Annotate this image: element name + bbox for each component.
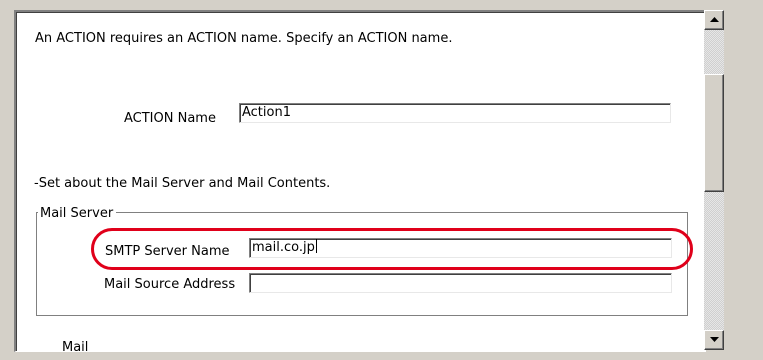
settings-panel: An ACTION requires an ACTION name. Speci… [14,10,706,352]
mail-contents-label: Mail Contents [62,340,89,352]
action-name-value: Action1 [242,105,291,120]
mail-intro-text: -Set about the Mail Server and Mail Cont… [34,176,331,191]
action-name-label: ACTION Name [124,111,216,126]
scroll-thumb[interactable] [704,74,724,192]
text-cursor [315,239,317,253]
mail-server-group [36,212,688,316]
smtp-server-name-label: SMTP Server Name [105,244,230,259]
mail-contents-group-label-clipped: Mail Contents [62,340,142,352]
triangle-down-icon [710,337,719,342]
dialog-frame: An ACTION requires an ACTION name. Speci… [0,0,763,360]
mail-source-address-label: Mail Source Address [104,277,236,292]
scroll-up-button[interactable] [704,10,724,30]
smtp-server-name-field[interactable]: mail.co.jp [249,238,672,258]
intro-text: An ACTION requires an ACTION name. Speci… [35,31,453,46]
scroll-down-button[interactable] [704,330,724,350]
mail-source-address-field[interactable] [249,273,672,293]
smtp-server-name-value: mail.co.jp [252,240,315,255]
vertical-scrollbar[interactable] [704,10,724,350]
mail-server-group-label: Mail Server [38,207,117,221]
triangle-up-icon [710,17,719,22]
action-name-field[interactable]: Action1 [239,103,671,123]
